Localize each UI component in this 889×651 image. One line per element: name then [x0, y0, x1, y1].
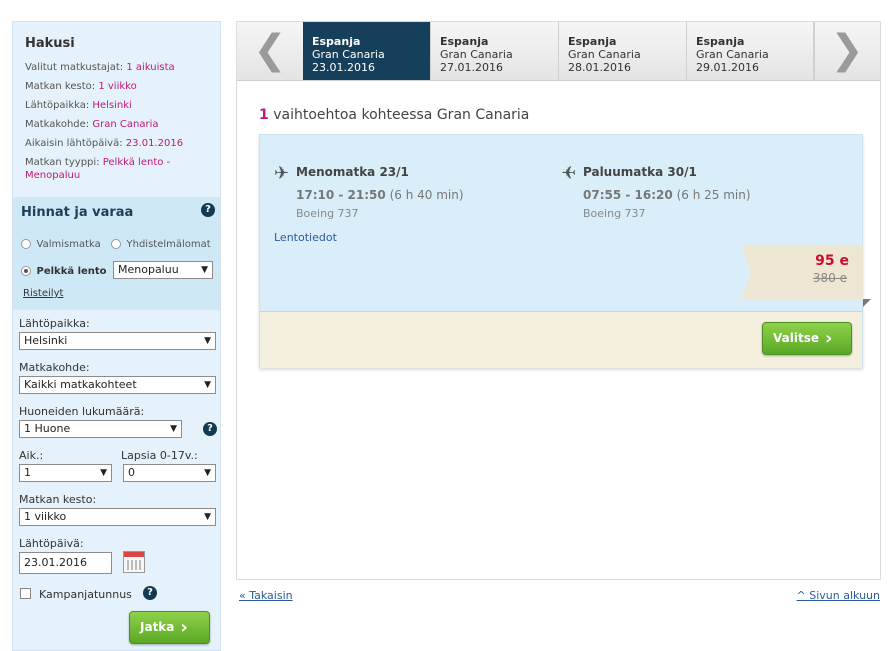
chevron-right-icon: ›: [180, 616, 188, 638]
result-action-bar: Valitse ›: [260, 311, 862, 368]
radio-package[interactable]: [21, 239, 31, 249]
cruises-link[interactable]: Risteilyt: [23, 288, 63, 299]
summary-earliest-date: Aikaisin lähtöpäivä: 23.01.2016: [25, 138, 184, 149]
results-count-line: 1 vaihtoehtoa kohteessa Gran Canaria: [259, 107, 530, 123]
duration-select[interactable]: 1 viikko ▼: [19, 508, 216, 526]
rooms-help-icon[interactable]: ?: [203, 422, 217, 436]
summary-destination: Matkakohde: Gran Canaria: [25, 119, 159, 130]
departure-select[interactable]: Helsinki ▼: [19, 332, 216, 350]
chevron-right-icon: ›: [824, 327, 833, 349]
calendar-header: [124, 552, 144, 557]
campaign-checkbox[interactable]: [20, 588, 31, 599]
radio-flight-option[interactable]: Pelkkä lento: [21, 264, 107, 277]
radio-flight-only[interactable]: [21, 266, 31, 276]
sidebar-title: Hakusi: [25, 36, 75, 51]
results-panel: ❮ Espanja Gran Canaria 23.01.2016 Espanj…: [236, 21, 881, 580]
chevron-down-icon: ▼: [170, 424, 177, 434]
radio-combo[interactable]: [111, 239, 121, 249]
campaign-label: Kampanjatunnus: [39, 588, 132, 601]
date-label: Lähtöpäivä:: [19, 537, 84, 550]
adults-label: Aik.:: [19, 449, 44, 462]
date-tab-4[interactable]: Espanja Gran Canaria 29.01.2016: [687, 22, 815, 80]
children-select[interactable]: 0 ▼: [123, 464, 216, 482]
prices-booking-box: Hinnat ja varaa ? Valmismatka Yhdistelmä…: [13, 197, 220, 310]
flight-info-link[interactable]: Lentotiedot: [274, 231, 337, 244]
trip-type-select[interactable]: Menopaluu ▼: [113, 261, 213, 279]
summary-duration: Matkan kesto: 1 viikko: [25, 81, 137, 92]
price-tag-fold: [863, 299, 871, 307]
chevron-down-icon: ▼: [204, 468, 211, 478]
chevron-right-icon[interactable]: ❯: [813, 22, 880, 80]
destination-label: Matkakohde:: [19, 361, 90, 374]
chevron-down-icon: ▼: [204, 336, 211, 346]
rooms-select[interactable]: 1 Huone ▼: [19, 420, 182, 438]
return-time: 07:55 - 16:20 (6 h 25 min): [583, 188, 751, 202]
date-tabs: ❮ Espanja Gran Canaria 23.01.2016 Espanj…: [237, 22, 880, 81]
radio-package-option[interactable]: Valmismatka: [21, 237, 101, 250]
price-tag: 95 e 380 e: [741, 245, 871, 307]
back-to-top-link[interactable]: ^ Sivun alkuun: [797, 589, 880, 602]
calendar-icon[interactable]: [123, 551, 145, 573]
price-old: 380 e: [812, 271, 847, 285]
flight-result-card: ✈ Menomatka 23/1 17:10 - 21:50 (6 h 40 m…: [259, 134, 871, 368]
plane-icon: ✈: [561, 163, 577, 184]
back-link[interactable]: « Takaisin: [239, 589, 293, 602]
summary-departure: Lähtöpaikka: Helsinki: [25, 100, 132, 111]
price-current: 95 e: [815, 253, 849, 269]
adults-select[interactable]: 1 ▼: [19, 464, 112, 482]
departure-label: Lähtöpaikka:: [19, 317, 90, 330]
chevron-down-icon: ▼: [100, 468, 107, 478]
outbound-time: 17:10 - 21:50 (6 h 40 min): [296, 188, 464, 202]
campaign-help-icon[interactable]: ?: [143, 586, 157, 600]
rooms-label: Huoneiden lukumäärä:: [19, 405, 145, 418]
destination-select[interactable]: Kaikki matkakohteet ▼: [19, 376, 216, 394]
date-input[interactable]: 23.01.2016: [19, 552, 112, 574]
summary-travelers: Valitut matkustajat: 1 aikuista: [25, 62, 175, 73]
search-sidebar: Hakusi Valitut matkustajat: 1 aikuista M…: [12, 21, 221, 651]
children-label: Lapsia 0-17v.:: [121, 449, 198, 462]
date-tab-1[interactable]: Espanja Gran Canaria 23.01.2016: [303, 22, 431, 80]
chevron-down-icon: ▼: [204, 380, 211, 390]
prices-title: Hinnat ja varaa: [21, 205, 134, 220]
calendar-grid: [127, 560, 141, 570]
select-button[interactable]: Valitse ›: [762, 322, 852, 355]
chevron-down-icon: ▼: [204, 512, 211, 522]
plane-icon: ✈: [274, 163, 290, 184]
date-tab-2[interactable]: Espanja Gran Canaria 27.01.2016: [431, 22, 559, 80]
duration-label: Matkan kesto:: [19, 493, 97, 506]
summary-trip-type: Matkan tyyppi: Pelkkä lento - Menopaluu: [25, 157, 171, 181]
continue-button[interactable]: Jatka ›: [129, 611, 210, 644]
radio-combo-option[interactable]: Yhdistelmälomat: [111, 237, 211, 250]
help-icon[interactable]: ?: [201, 203, 215, 217]
chevron-down-icon: ▼: [201, 265, 208, 275]
date-tab-3[interactable]: Espanja Gran Canaria 28.01.2016: [559, 22, 687, 80]
chevron-left-icon[interactable]: ❮: [237, 22, 304, 80]
